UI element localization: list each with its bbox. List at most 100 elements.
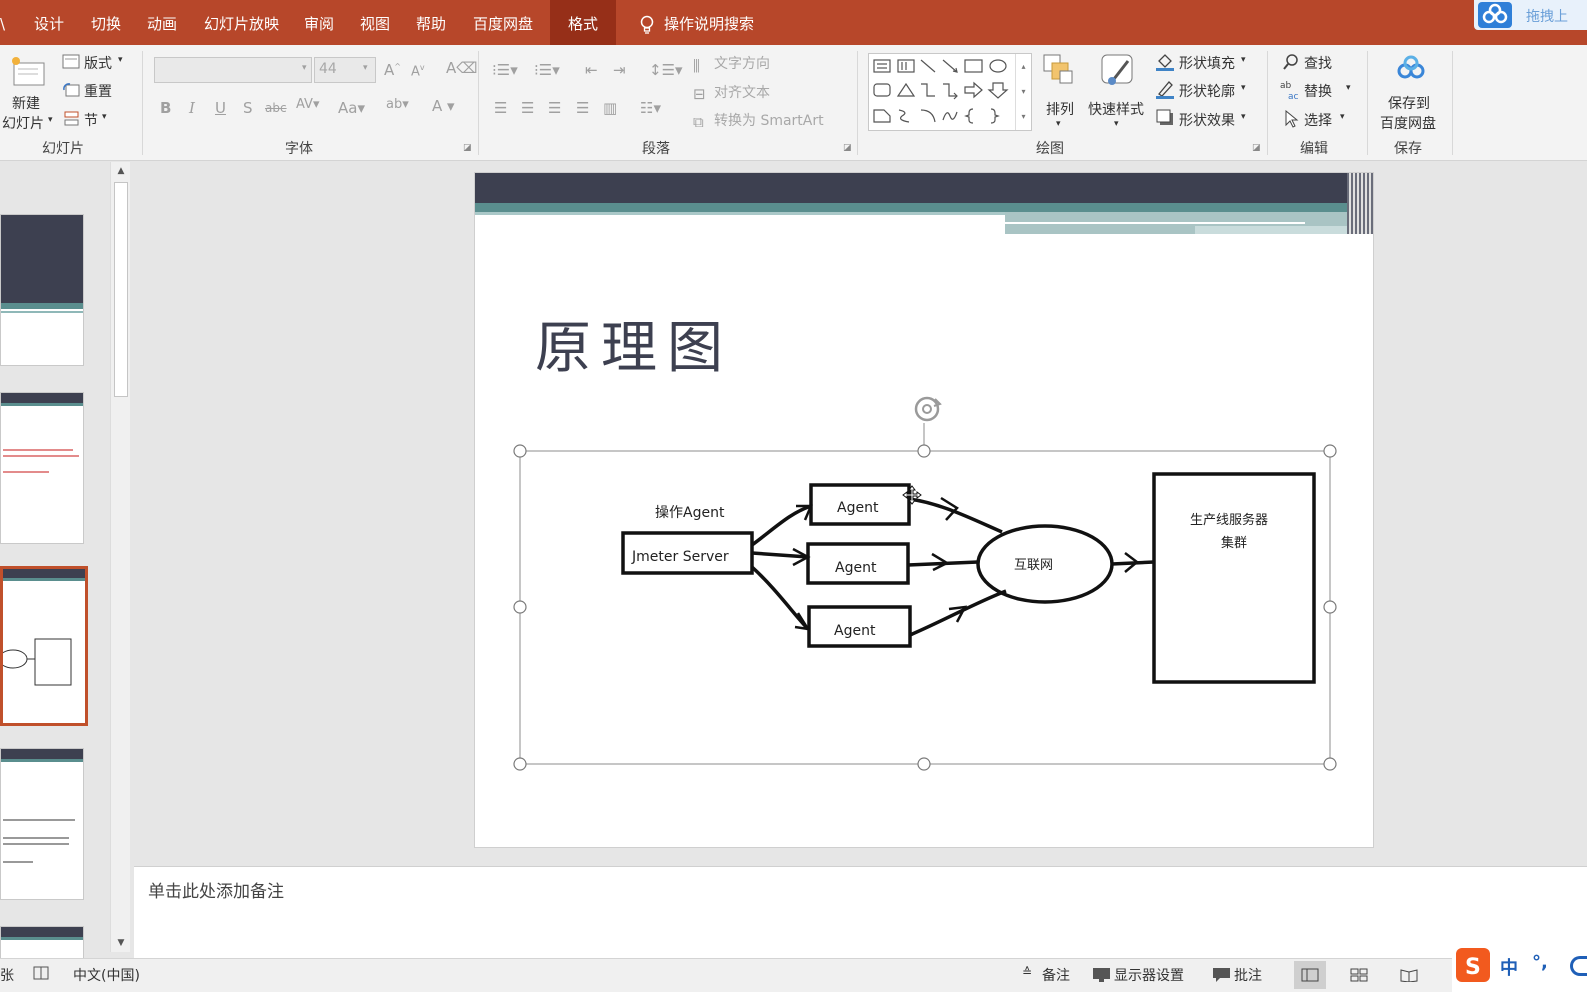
internet-label: 互联网 bbox=[1014, 558, 1053, 573]
scroll-thumb[interactable] bbox=[114, 182, 128, 397]
bold-icon[interactable]: B bbox=[160, 99, 171, 117]
align-left-icon[interactable]: ☰ bbox=[494, 99, 507, 117]
align-text-label[interactable]: 对齐文本 bbox=[714, 82, 770, 102]
ribbon-divider bbox=[478, 51, 479, 155]
char-spacing-icon[interactable]: AV▾ bbox=[296, 97, 319, 112]
ime-toolbar[interactable]: S 中 °, bbox=[1452, 944, 1587, 992]
select-button[interactable]: 选择 ▾ bbox=[1280, 108, 1360, 130]
dialog-launcher-icon[interactable]: ◪ bbox=[463, 143, 472, 153]
menu-bar: \ 设计 切换 动画 幻灯片放映 审阅 视图 帮助 百度网盘 格式 操作说明搜索… bbox=[0, 0, 1587, 45]
tab-review[interactable]: 审阅 bbox=[304, 0, 334, 45]
ime-emoji-icon[interactable] bbox=[1570, 956, 1587, 976]
slide-thumbnail[interactable] bbox=[0, 214, 84, 366]
resize-handle[interactable] bbox=[1323, 444, 1337, 458]
clear-format-icon[interactable]: A⌫ bbox=[446, 59, 477, 77]
reset-button[interactable]: 重置 bbox=[60, 79, 130, 101]
notes-pane[interactable]: 单击此处添加备注 bbox=[134, 866, 1587, 958]
resize-handle[interactable] bbox=[1323, 757, 1337, 771]
align-right-icon[interactable]: ☰ bbox=[548, 99, 561, 117]
resize-handle[interactable] bbox=[1323, 600, 1337, 614]
slide-canvas[interactable]: 原理图 操作Agent Jmeter Server Agent Agent Ag… bbox=[474, 172, 1374, 848]
tab-partial[interactable]: \ bbox=[0, 0, 5, 45]
section-button[interactable]: 节 ▾ bbox=[60, 108, 130, 130]
tab-help[interactable]: 帮助 bbox=[416, 0, 446, 45]
dialog-launcher-icon[interactable]: ◪ bbox=[843, 143, 852, 153]
resize-handle[interactable] bbox=[917, 757, 931, 771]
shrink-font-icon[interactable]: Av bbox=[411, 63, 425, 79]
justify-icon[interactable]: ☰ bbox=[576, 99, 589, 117]
slide-thumbnail[interactable] bbox=[0, 748, 84, 900]
shadow-icon[interactable]: S bbox=[243, 99, 253, 117]
svg-text:S: S bbox=[1465, 955, 1481, 980]
bullets-icon[interactable]: ⁝☰▾ bbox=[492, 61, 518, 79]
shape-effects-button[interactable]: 形状效果 ▾ bbox=[1155, 108, 1255, 130]
tab-transitions[interactable]: 切换 bbox=[91, 0, 121, 45]
align-center-icon[interactable]: ☰ bbox=[521, 99, 534, 117]
slide-thumbnail[interactable] bbox=[0, 392, 84, 544]
dropdown-arrow-icon: ▾ bbox=[1346, 83, 1351, 93]
tab-design[interactable]: 设计 bbox=[34, 0, 64, 45]
ribbon-divider bbox=[1267, 51, 1268, 155]
scroll-up-icon[interactable]: ▲ bbox=[111, 162, 131, 180]
reading-view-button[interactable] bbox=[1393, 961, 1425, 989]
tab-view[interactable]: 视图 bbox=[360, 0, 390, 45]
distributed-icon[interactable]: ▥ bbox=[603, 99, 617, 117]
thumbnail-scrollbar[interactable]: ▲ ▼ bbox=[110, 162, 130, 952]
line-spacing-icon[interactable]: ↕☰▾ bbox=[649, 61, 683, 79]
numbering-icon[interactable]: ⁝☰▾ bbox=[534, 61, 560, 79]
shapes-gallery[interactable]: ▴ ▾ ▾ bbox=[868, 53, 1032, 131]
tab-format[interactable]: 格式 bbox=[550, 0, 617, 45]
resize-handle[interactable] bbox=[513, 444, 527, 458]
shape-outline-button[interactable]: 形状轮廓 ▾ bbox=[1155, 79, 1255, 101]
change-case-icon[interactable]: Aa▾ bbox=[338, 99, 365, 117]
display-settings-label: 显示器设置 bbox=[1114, 968, 1184, 984]
resize-handle[interactable] bbox=[513, 600, 527, 614]
decrease-indent-icon[interactable]: ⇤ bbox=[585, 61, 598, 79]
replace-button[interactable]: ab ac 替换 ▾ bbox=[1280, 79, 1360, 101]
ime-punct[interactable]: °, bbox=[1532, 952, 1548, 973]
dialog-launcher-icon[interactable]: ◪ bbox=[1252, 143, 1261, 153]
slide-thumbnail-selected[interactable] bbox=[0, 566, 88, 726]
strikethrough-icon[interactable]: abc bbox=[265, 101, 287, 115]
pen-icon bbox=[1156, 81, 1174, 99]
diagram-image[interactable]: 操作Agent Jmeter Server Agent Agent Agent … bbox=[475, 173, 1374, 848]
underline-icon[interactable]: U bbox=[215, 99, 226, 117]
accessibility-check-icon[interactable] bbox=[32, 965, 52, 983]
tab-slideshow[interactable]: 幻灯片放映 bbox=[204, 0, 279, 45]
save-to-baidu-button[interactable]: 保存到 百度网盘 bbox=[1374, 51, 1450, 135]
tell-me-search[interactable]: 操作说明搜索 bbox=[640, 0, 754, 45]
align-text-icon[interactable]: ⊟ bbox=[693, 85, 706, 103]
font-size-input[interactable]: 44 ▾ bbox=[314, 57, 376, 83]
layout-icon bbox=[62, 54, 80, 69]
arrange-button[interactable]: 排列 ▾ bbox=[1038, 51, 1082, 135]
increase-indent-icon[interactable]: ⇥ bbox=[613, 61, 626, 79]
language-indicator[interactable]: 中文(中国) bbox=[73, 965, 140, 985]
slide-sorter-button[interactable] bbox=[1343, 961, 1375, 989]
layout-button[interactable]: 版式 ▾ bbox=[60, 51, 130, 73]
quick-styles-button[interactable]: 快速样式 ▾ bbox=[1086, 51, 1150, 135]
text-direction-icon[interactable]: ⫼ bbox=[693, 57, 700, 75]
smartart-icon[interactable]: ⧉ bbox=[693, 113, 704, 131]
italic-icon[interactable]: I bbox=[189, 99, 195, 117]
grow-font-icon[interactable]: A^ bbox=[384, 61, 401, 79]
baidu-upload-button[interactable]: 拖拽上 bbox=[1474, 0, 1587, 30]
normal-view-button[interactable] bbox=[1294, 961, 1326, 989]
highlight-icon[interactable]: ab▾ bbox=[386, 97, 409, 112]
font-name-input[interactable] bbox=[154, 57, 312, 83]
find-button[interactable]: 查找 bbox=[1280, 51, 1360, 73]
shape-fill-button[interactable]: 形状填充 ▾ bbox=[1155, 51, 1255, 73]
resize-handle[interactable] bbox=[917, 444, 931, 458]
resize-handle[interactable] bbox=[513, 757, 527, 771]
columns-icon[interactable]: ☷▾ bbox=[640, 99, 661, 117]
notes-icon: ≙ bbox=[1022, 965, 1033, 979]
scroll-down-icon[interactable]: ▼ bbox=[111, 934, 131, 952]
ime-mode[interactable]: 中 bbox=[1500, 954, 1518, 980]
tab-baidu-netdisk[interactable]: 百度网盘 bbox=[473, 0, 533, 45]
new-slide-button[interactable]: 新建 幻灯片 ▾ bbox=[0, 51, 56, 132]
font-color-icon[interactable]: A ▾ bbox=[432, 97, 455, 115]
tab-animations[interactable]: 动画 bbox=[147, 0, 177, 45]
convert-smartart-label[interactable]: 转换为 SmartArt bbox=[714, 110, 824, 130]
rotate-handle-icon[interactable] bbox=[914, 396, 942, 422]
text-direction-label[interactable]: 文字方向 bbox=[714, 53, 770, 73]
gallery-scroll[interactable]: ▴ ▾ ▾ bbox=[1015, 54, 1031, 130]
